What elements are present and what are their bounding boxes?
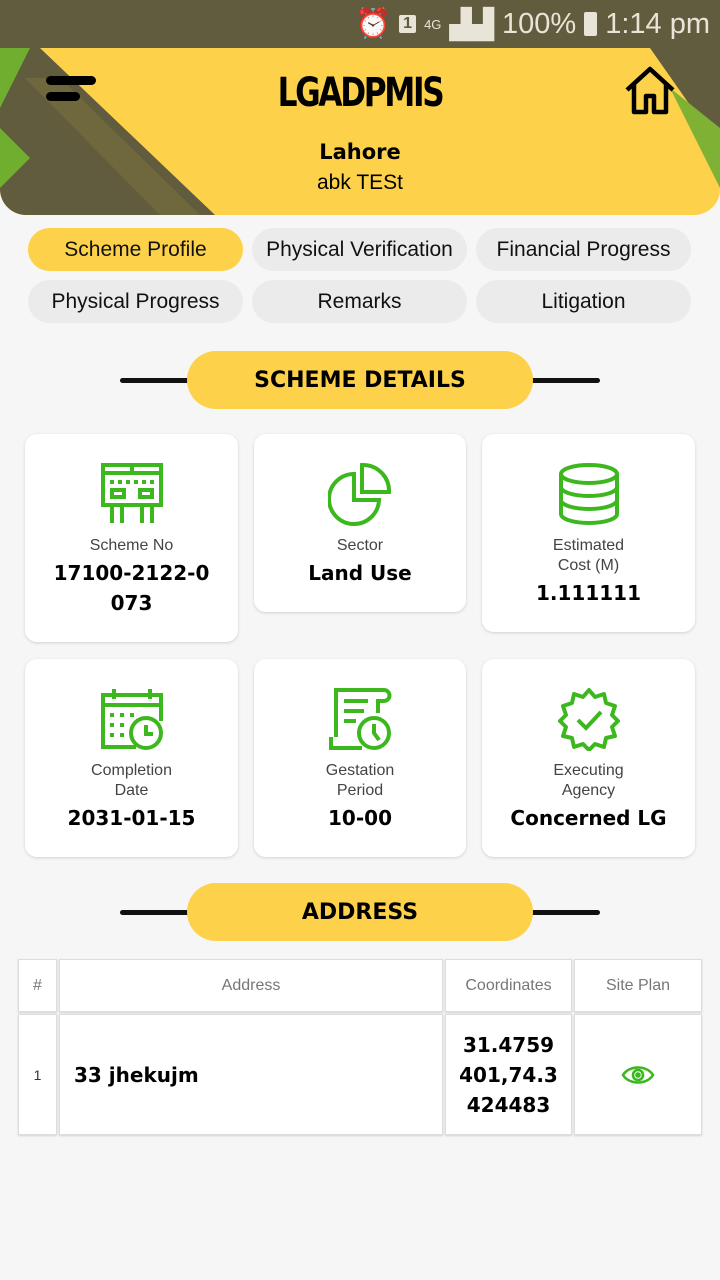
- alarm-icon: ⏰: [355, 8, 392, 40]
- tab-scheme-profile[interactable]: Scheme Profile: [28, 228, 243, 271]
- sector-value: Land Use: [308, 561, 412, 585]
- tab-financial-progress[interactable]: Financial Progress: [476, 228, 691, 271]
- battery-icon: [584, 12, 598, 36]
- sim-icon: 1: [399, 15, 417, 33]
- row-coordinates: 31.4759401,74.3424483: [445, 1014, 572, 1135]
- scheme-details-heading: SCHEME DETAILS: [187, 351, 533, 409]
- site-plan-cell: [574, 1014, 702, 1135]
- gestation-period-label: Gestation Period: [325, 762, 395, 799]
- address-heading: ADDRESS: [187, 883, 533, 941]
- row-address: 33 jhekujm: [59, 1014, 443, 1135]
- clock: 1:14 pm: [605, 7, 710, 40]
- home-button[interactable]: [624, 66, 676, 116]
- signal-icon: ▟▟: [449, 8, 495, 41]
- sector-card: Sector Land Use: [254, 434, 466, 612]
- app-header: LGADPMIS Lahore abk TESt: [0, 48, 720, 215]
- estimated-cost-card: Estimated Cost (M) 1.111111: [482, 434, 695, 632]
- executing-agency-label: Executing Agency: [553, 762, 624, 799]
- verified-badge-icon: [557, 688, 620, 751]
- app-title: LGADPMIS: [277, 70, 445, 116]
- executing-agency-value: Concerned LG: [510, 806, 667, 830]
- calendar-clock-icon: [100, 689, 163, 750]
- scheme-no-value: 17100-2122-0073: [53, 561, 210, 615]
- tab-physical-verification[interactable]: Physical Verification: [252, 228, 467, 271]
- scheme-no-card: Scheme No 17100-2122-0073: [25, 434, 238, 642]
- user-label: abk TESt: [317, 171, 403, 194]
- completion-date-value: 2031-01-15: [67, 806, 196, 830]
- estimated-cost-value: 1.111111: [535, 581, 641, 605]
- col-header-address: Address: [59, 959, 443, 1012]
- pie-chart-icon: [328, 462, 392, 526]
- status-bar: ⏰ 1 4G ▟▟ 100% 1:14 pm: [0, 0, 720, 48]
- tab-litigation[interactable]: Litigation: [476, 280, 691, 323]
- estimated-cost-label: Estimated Cost (M): [552, 537, 625, 574]
- battery-percent: 100%: [502, 7, 577, 40]
- executing-agency-card: Executing Agency Concerned LG: [482, 659, 695, 857]
- gestation-period-card: Gestation Period 10-00: [254, 659, 466, 857]
- tab-physical-progress[interactable]: Physical Progress: [28, 280, 243, 323]
- scheme-no-label: Scheme No: [89, 537, 174, 554]
- eye-icon[interactable]: [621, 1062, 655, 1088]
- document-clock-icon: [329, 688, 392, 750]
- col-header-site-plan: Site Plan: [574, 959, 702, 1012]
- col-header-coordinates: Coordinates: [445, 959, 572, 1012]
- completion-date-label: Completion Date: [91, 762, 172, 799]
- col-header-number: #: [18, 959, 57, 1012]
- completion-date-card: Completion Date 2031-01-15: [25, 659, 238, 857]
- coins-icon: [558, 463, 619, 525]
- network-type: 4G: [424, 16, 442, 32]
- tab-remarks[interactable]: Remarks: [252, 280, 467, 323]
- sector-label: Sector: [336, 537, 384, 554]
- city-label: Lahore: [319, 140, 401, 164]
- gestation-period-value: 10-00: [328, 806, 392, 830]
- row-number: 1: [18, 1014, 57, 1135]
- board-icon: [100, 463, 163, 523]
